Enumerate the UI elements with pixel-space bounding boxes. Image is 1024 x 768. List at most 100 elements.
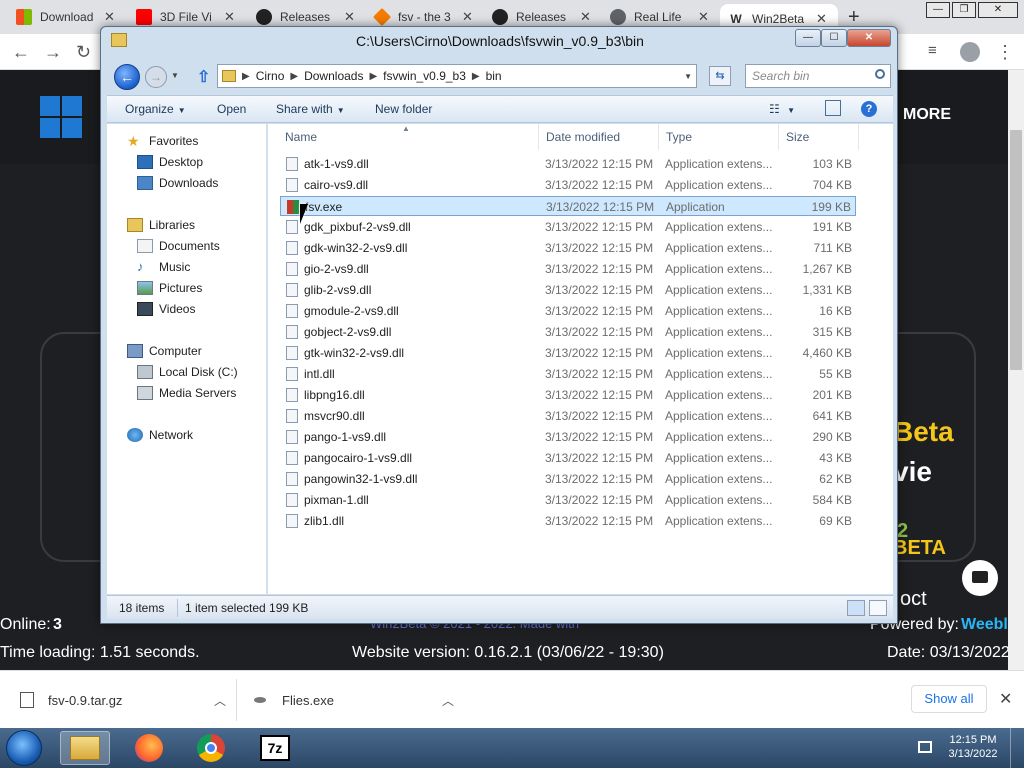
new-folder-button[interactable]: New folder [375,102,432,116]
nav-local-disk[interactable]: Local Disk (C:) [137,365,238,379]
taskbar-explorer[interactable] [60,731,110,765]
nav-downloads[interactable]: Downloads [137,176,218,190]
forward-arrow-icon[interactable]: → [44,42,62,63]
file-row[interactable]: gio-2-vs9.dll 3/13/2022 12:15 PM Applicati… [280,259,856,279]
chevron-up-icon[interactable]: ︿ [442,692,454,709]
close-tab-icon[interactable]: ✕ [104,9,115,25]
file-row[interactable]: intl.dll 3/13/2022 12:15 PM Application ex… [280,364,856,384]
nav-favorites[interactable]: ★ Favorites [127,134,198,148]
chat-button[interactable] [962,560,998,596]
file-name: gdk_pixbuf-2-vs9.dll [304,220,411,234]
search-input[interactable]: Search bin [745,64,891,88]
breadcrumb-cirno[interactable]: Cirno [256,69,285,83]
file-row[interactable]: gdk_pixbuf-2-vs9.dll 3/13/2022 12:15 PM Ap… [280,217,856,237]
network-tray-icon[interactable] [918,741,932,753]
download-item[interactable]: fsv-0.9.tar.gz ︿ [20,671,226,729]
tray-clock[interactable]: 12:15 PM 3/13/2022 [945,733,1001,761]
nav-videos[interactable]: Videos [137,302,195,316]
media-control-icon[interactable]: ≡ [928,42,937,59]
views-icon[interactable]: ☷ ▼ [769,102,795,116]
close-tab-icon[interactable]: ✕ [224,9,235,25]
nav-music[interactable]: ♪ Music [137,260,190,275]
open-button[interactable]: Open [217,102,246,116]
share-with-button[interactable]: Share with ▼ [276,102,345,116]
file-row[interactable]: zlib1.dll 3/13/2022 12:15 PM Application e… [280,511,856,531]
file-row[interactable]: pango-1-vs9.dll 3/13/2022 12:15 PM Applica… [280,427,856,447]
close-tab-icon[interactable]: ✕ [462,9,473,25]
minimize-button[interactable]: — [926,2,950,18]
column-header-size[interactable]: Size [786,130,809,144]
file-row[interactable]: libpng16.dll 3/13/2022 12:15 PM Applicatio… [280,385,856,405]
nav-computer[interactable]: Computer [127,344,202,358]
organize-button[interactable]: Organize ▼ [125,102,186,116]
file-row[interactable]: pangowin32-1-vs9.dll 3/13/2022 12:15 PM Ap… [280,469,856,489]
file-row[interactable]: pixman-1.dll 3/13/2022 12:15 PM Applicatio… [280,490,856,510]
address-bar[interactable]: ▶ Cirno ▶ Downloads ▶ fsvwin_v0.9_b3 ▶ b… [217,64,697,88]
file-row[interactable]: fsv.exe 3/13/2022 12:15 PM Application 199 … [280,196,856,216]
breadcrumb-downloads[interactable]: Downloads [304,69,363,83]
file-row[interactable]: cairo-vs9.dll 3/13/2022 12:15 PM Applicati… [280,175,856,195]
close-tab-icon[interactable]: ✕ [816,11,827,27]
page-scrollbar-thumb[interactable] [1010,130,1022,370]
site-logo[interactable] [40,96,82,138]
search-icon[interactable] [875,69,885,79]
forward-button[interactable]: → [145,66,167,88]
help-icon[interactable]: ? [861,101,877,117]
chevron-up-icon[interactable]: ︿ [214,692,226,709]
refresh-button[interactable]: ⇆ [709,66,731,86]
address-dropdown-icon[interactable]: ▼ [684,72,692,81]
details-view-icon[interactable] [847,600,865,616]
download-item[interactable]: Flies.exe ︿ [254,671,454,729]
file-row[interactable]: gdk-win32-2-vs9.dll 3/13/2022 12:15 PM App… [280,238,856,258]
back-arrow-icon[interactable]: ← [12,42,30,63]
recent-pages-chevron-icon[interactable]: ▼ [171,71,179,80]
column-header-date[interactable]: Date modified [546,130,620,144]
column-header-type[interactable]: Type [666,130,692,144]
profile-avatar[interactable] [960,42,980,62]
up-arrow-icon[interactable]: ⇧ [197,67,213,86]
file-row[interactable]: msvcr90.dll 3/13/2022 12:15 PM Application… [280,406,856,426]
close-tab-icon[interactable]: ✕ [698,9,709,25]
reload-icon[interactable]: ↻ [76,42,91,63]
breadcrumb-fsvwin[interactable]: fsvwin_v0.9_b3 [383,69,466,83]
file-row[interactable]: pangocairo-1-vs9.dll 3/13/2022 12:15 PM Ap… [280,448,856,468]
preview-pane-icon[interactable] [825,100,841,116]
file-row[interactable]: gtk-win32-2-vs9.dll 3/13/2022 12:15 PM App… [280,343,856,363]
taskbar-chrome[interactable] [186,731,236,765]
breadcrumb-bin[interactable]: bin [486,69,502,83]
show-desktop-button[interactable] [1010,728,1024,768]
close-button[interactable]: ✕ [978,2,1018,18]
taskbar-firefox[interactable] [124,731,174,765]
nav-media-servers[interactable]: Media Servers [137,386,236,400]
column-header-name[interactable]: Name [285,130,317,144]
kebab-menu-icon[interactable]: ⋮ [996,42,1014,63]
back-button[interactable]: ← [114,64,140,90]
close-icon[interactable]: ✕ [999,689,1012,709]
taskbar-7zip[interactable]: 7z [250,731,300,765]
nav-documents[interactable]: Documents [137,239,220,253]
maximize-button[interactable]: ☐ [821,29,847,47]
start-button[interactable] [6,730,42,766]
nav-network[interactable]: Network [127,428,193,442]
large-icons-view-icon[interactable] [869,600,887,616]
column-divider[interactable] [658,124,659,150]
file-name: gmodule-2-vs9.dll [304,304,399,318]
nav-label: Media Servers [159,386,237,400]
file-row[interactable]: glib-2-vs9.dll 3/13/2022 12:15 PM Applicat… [280,280,856,300]
nav-desktop[interactable]: Desktop [137,155,203,169]
file-row[interactable]: gmodule-2-vs9.dll 3/13/2022 12:15 PM Appli… [280,301,856,321]
minimize-button[interactable]: — [795,29,821,47]
close-tab-icon[interactable]: ✕ [344,9,355,25]
nav-more-link[interactable]: MORE [903,106,951,124]
close-tab-icon[interactable]: ✕ [580,9,591,25]
show-all-button[interactable]: Show all [911,685,987,713]
nav-pictures[interactable]: Pictures [137,281,202,295]
nav-libraries[interactable]: Libraries [127,218,195,232]
column-divider[interactable] [538,124,539,150]
file-row[interactable]: atk-1-vs9.dll 3/13/2022 12:15 PM Applicati… [280,154,856,174]
restore-button[interactable]: ❐ [952,2,976,18]
close-button[interactable]: ✕ [847,29,891,47]
column-divider[interactable] [858,124,859,150]
column-divider[interactable] [778,124,779,150]
file-row[interactable]: gobject-2-vs9.dll 3/13/2022 12:15 PM Appli… [280,322,856,342]
